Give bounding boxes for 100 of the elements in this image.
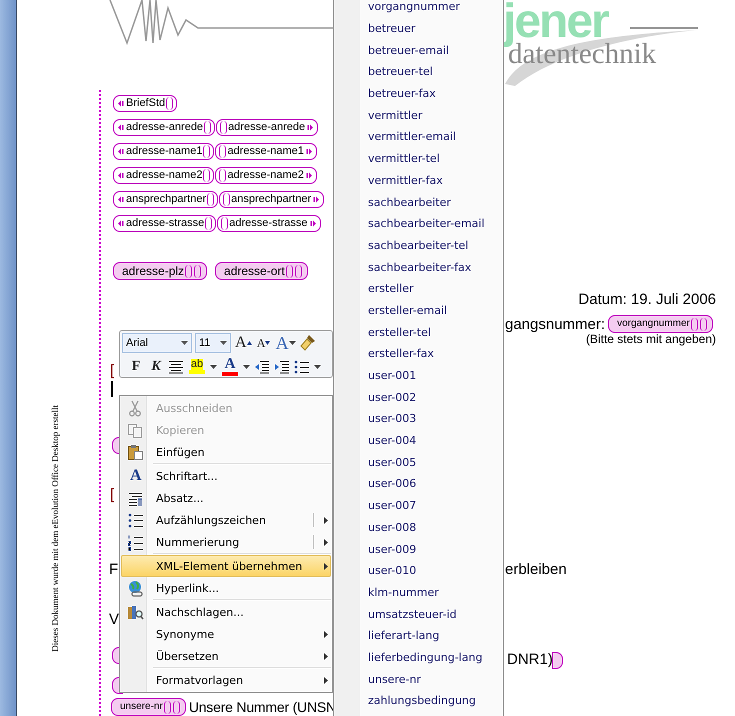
up-triangle-icon: [246, 341, 252, 346]
menu-item[interactable]: lieferbedingung-lang: [334, 646, 503, 668]
menu-item[interactable]: vermittler: [334, 104, 503, 126]
menu-item[interactable]: betreuer-fax: [334, 82, 503, 104]
menu-item[interactable]: sachbearbeiter: [334, 191, 503, 213]
xml-end-tag[interactable]: adresse-strasse: [217, 215, 321, 232]
menu-item[interactable]: klm-nummer: [334, 582, 503, 604]
menu-item[interactable]: vorgangnummer: [334, 0, 503, 18]
menu-item[interactable]: betreuer: [334, 18, 503, 40]
bullets-icon[interactable]: [294, 360, 310, 374]
tag-marker-icon: [118, 148, 124, 155]
center-align-icon[interactable]: [168, 360, 184, 374]
menu-item[interactable]: Aufzählungszeichen: [121, 509, 331, 531]
globe-link-icon: [127, 580, 144, 597]
tag-marker-icon: [306, 148, 312, 155]
tag-marker-icon: [118, 124, 124, 131]
menu-item[interactable]: user-001: [334, 364, 503, 386]
dropdown-arrow-icon[interactable]: [210, 364, 217, 369]
shrink-font-button[interactable]: A: [256, 333, 272, 354]
body-text: erbleiben: [505, 562, 567, 577]
indent-icon[interactable]: [274, 360, 290, 374]
menu-item[interactable]: user-010: [334, 560, 503, 582]
xml-start-tag[interactable]: BriefStd: [113, 95, 178, 112]
menu-item[interactable]: user-008: [334, 516, 503, 538]
menu-item[interactable]: user-009: [334, 538, 503, 560]
xml-start-tag[interactable]: adresse-name2: [113, 167, 214, 184]
dropdown-arrow-icon[interactable]: [314, 364, 321, 369]
xml-start-tag[interactable]: ansprechpartner: [113, 191, 218, 208]
text-cursor: [111, 381, 113, 397]
dropdown-arrow-icon[interactable]: [243, 364, 250, 369]
paintbrush-icon[interactable]: [300, 334, 318, 352]
font-icon: A: [130, 467, 142, 485]
xml-field-tag[interactable]: adresse-plz: [113, 262, 208, 280]
xml-start-tag[interactable]: adresse-name1: [113, 143, 214, 160]
menu-item[interactable]: zahlungsbedingung: [334, 690, 503, 712]
menu-item[interactable]: unsere-nr: [334, 668, 503, 690]
paste-icon: [127, 444, 144, 461]
menu-item[interactable]: ersteller-email: [334, 300, 503, 322]
menu-item[interactable]: Nachschlagen...: [121, 601, 331, 623]
tag-marker-icon: [310, 220, 316, 227]
dropdown-arrow-icon: [181, 341, 188, 346]
down-triangle-icon: [265, 341, 270, 346]
menu-item[interactable]: vermittler-fax: [334, 170, 503, 192]
menu-item[interactable]: Absatz...: [121, 487, 331, 509]
menu-item[interactable]: lieferart-lang: [334, 624, 503, 647]
menu-item[interactable]: betreuer-tel: [334, 61, 503, 83]
bullets-icon: [127, 512, 144, 529]
xml-end-tag[interactable]: adresse-name2: [215, 167, 317, 184]
menu-item[interactable]: Einfügen: [121, 441, 331, 463]
menu-item[interactable]: vermittler-tel: [334, 148, 503, 170]
xml-end-tag[interactable]: ansprechpartner: [219, 191, 324, 208]
italic-button[interactable]: K: [148, 356, 164, 377]
dropdown-arrow-icon: [220, 341, 227, 346]
menu-item[interactable]: user-002: [334, 386, 503, 408]
menu-item[interactable]: user-007: [334, 494, 503, 516]
xml-field-tag[interactable]: vorgangnummer: [608, 315, 713, 333]
menu-item[interactable]: ersteller-fax: [334, 343, 503, 365]
menu-item[interactable]: ersteller-tel: [334, 321, 503, 343]
highlight-button[interactable]: ab: [188, 356, 206, 377]
xml-end-tag[interactable]: adresse-name1: [215, 143, 317, 160]
numbering-icon: [127, 534, 144, 551]
menu-item[interactable]: XML-Element übernehmen: [121, 555, 331, 577]
tag-marker-icon: [306, 172, 312, 179]
menu-item[interactable]: ersteller: [334, 278, 503, 300]
body-text: DNR1): [507, 652, 553, 667]
xml-start-tag[interactable]: adresse-strasse: [113, 215, 216, 232]
menu-item[interactable]: user-004: [334, 430, 503, 452]
reference-label: gangsnummer:: [505, 316, 606, 332]
xml-field-tag[interactable]: adresse-ort: [215, 262, 308, 280]
body-text: V: [109, 612, 120, 627]
menu-item[interactable]: Formatvorlagen: [121, 669, 331, 691]
tag-marker-icon: [307, 124, 314, 131]
menu-item[interactable]: user-005: [334, 451, 503, 474]
xml-end-tag[interactable]: adresse-anrede: [216, 119, 318, 136]
menu-item[interactable]: user-003: [334, 408, 503, 430]
grow-font-button[interactable]: A: [234, 333, 253, 354]
menu-item[interactable]: A Schriftart...: [121, 465, 331, 487]
bold-button[interactable]: F: [128, 356, 144, 377]
menu-item[interactable]: sachbearbeiter-tel: [334, 234, 503, 256]
menu-item[interactable]: Synonyme: [121, 623, 331, 645]
scissors-icon: [127, 400, 144, 417]
font-name-field[interactable]: Arial: [122, 333, 192, 354]
font-color-button[interactable]: A: [221, 356, 239, 377]
menu-item[interactable]: sachbearbeiter-email: [334, 212, 503, 235]
xml-start-tag[interactable]: adresse-anrede: [113, 119, 216, 136]
menu-item[interactable]: Nummerierung: [121, 531, 331, 553]
menu-item[interactable]: Übersetzen: [121, 645, 331, 667]
menu-item[interactable]: Hyperlink...: [121, 577, 331, 599]
menu-item[interactable]: user-006: [334, 473, 503, 495]
styles-button[interactable]: A: [274, 333, 297, 354]
placeholder-text: [: [110, 363, 114, 378]
font-size-field[interactable]: 11: [195, 333, 231, 354]
tag-marker-icon: [118, 100, 124, 107]
menu-item[interactable]: vermittler-email: [334, 126, 503, 148]
xml-field-tag[interactable]: unsere-nr: [111, 698, 186, 716]
outdent-icon[interactable]: [254, 360, 270, 374]
body-text: F: [109, 562, 118, 577]
menu-item[interactable]: betreuer-email: [334, 39, 503, 62]
menu-item[interactable]: umsatzsteuer-id: [334, 603, 503, 625]
menu-item[interactable]: sachbearbeiter-fax: [334, 256, 503, 278]
